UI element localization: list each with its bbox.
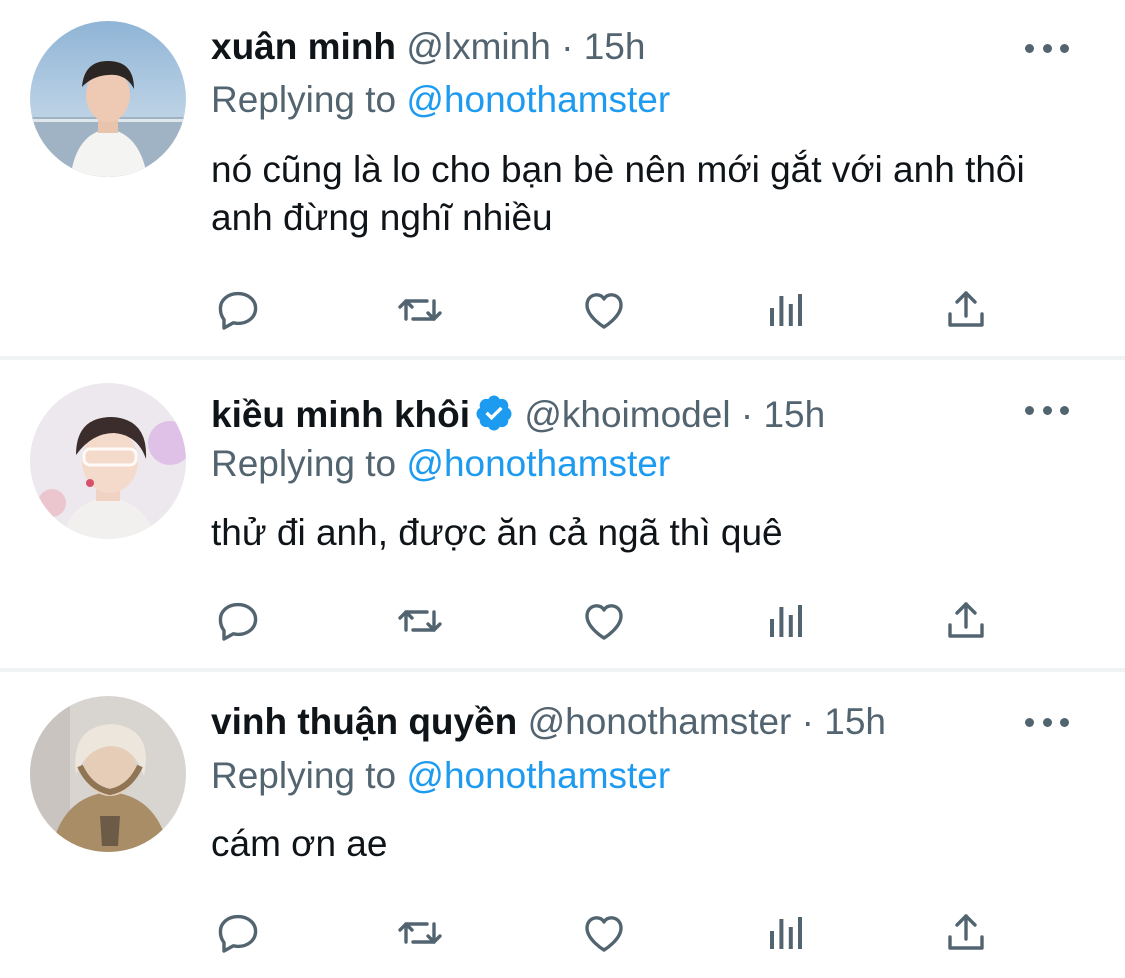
tweet-header: vinh thuận quyền @honothamster · 15h xyxy=(211,697,1005,747)
separator-dot: · xyxy=(561,26,574,67)
tweet-1[interactable]: xuân minh @lxminh · 15h Replying to @hon… xyxy=(0,0,1125,356)
avatar[interactable] xyxy=(30,696,186,852)
replying-to: Replying to @honothamster xyxy=(211,77,670,123)
avatar[interactable] xyxy=(30,383,186,539)
reply-icon[interactable] xyxy=(208,591,268,651)
more-options-icon[interactable] xyxy=(1025,712,1069,732)
tweet-header: xuân minh @lxminh · 15h xyxy=(211,22,1005,72)
more-options-icon[interactable] xyxy=(1025,38,1069,58)
tweet-header: kiều minh khôi @khoimodel · 15h xyxy=(211,390,1005,440)
replying-to: Replying to @honothamster xyxy=(211,753,670,799)
reply-icon[interactable] xyxy=(208,903,268,963)
user-handle[interactable]: @khoimodel xyxy=(524,394,730,435)
replying-to-link[interactable]: @honothamster xyxy=(406,443,670,484)
reply-icon[interactable] xyxy=(208,280,268,340)
separator-dot: · xyxy=(801,701,814,742)
replying-to: Replying to @honothamster xyxy=(211,441,670,487)
more-options-icon[interactable] xyxy=(1025,400,1069,420)
tweet-text: cám ơn ae xyxy=(211,823,388,864)
retweet-icon[interactable] xyxy=(390,591,450,651)
replying-to-link[interactable]: @honothamster xyxy=(406,755,670,796)
timestamp[interactable]: 15h xyxy=(824,701,886,742)
replying-to-link[interactable]: @honothamster xyxy=(406,79,670,120)
share-icon[interactable] xyxy=(936,591,996,651)
verified-badge-icon xyxy=(476,395,512,431)
display-name[interactable]: vinh thuận quyền xyxy=(211,701,517,742)
reply-feed: xuân minh @lxminh · 15h Replying to @hon… xyxy=(0,0,1125,978)
tweet-text: nó cũng là lo cho bạn bè nên mới gắt với… xyxy=(211,149,1025,238)
timestamp[interactable]: 15h xyxy=(584,26,646,67)
tweet-3[interactable]: vinh thuận quyền @honothamster · 15h Rep… xyxy=(0,672,1125,978)
user-handle[interactable]: @lxminh xyxy=(406,26,550,67)
replying-to-label: Replying to xyxy=(211,443,397,484)
replying-to-label: Replying to xyxy=(211,755,397,796)
share-icon[interactable] xyxy=(936,280,996,340)
separator-dot: · xyxy=(740,394,754,435)
display-name[interactable]: kiều minh khôi xyxy=(211,394,470,435)
action-bar xyxy=(200,591,1010,651)
user-handle[interactable]: @honothamster xyxy=(528,701,792,742)
display-name[interactable]: xuân minh xyxy=(211,26,396,67)
share-icon[interactable] xyxy=(936,903,996,963)
tweet-2[interactable]: kiều minh khôi @khoimodel · 15h Replying… xyxy=(0,360,1125,668)
replying-to-label: Replying to xyxy=(211,79,397,120)
analytics-icon[interactable] xyxy=(756,591,816,651)
retweet-icon[interactable] xyxy=(390,903,450,963)
like-icon[interactable] xyxy=(574,591,634,651)
action-bar xyxy=(200,280,1010,340)
like-icon[interactable] xyxy=(574,280,634,340)
action-bar xyxy=(200,903,1010,963)
avatar[interactable] xyxy=(30,21,186,177)
analytics-icon[interactable] xyxy=(756,903,816,963)
tweet-text: thử đi anh, được ăn cả ngã thì quê xyxy=(211,512,783,553)
retweet-icon[interactable] xyxy=(390,280,450,340)
like-icon[interactable] xyxy=(574,903,634,963)
timestamp[interactable]: 15h xyxy=(763,394,825,435)
analytics-icon[interactable] xyxy=(756,280,816,340)
